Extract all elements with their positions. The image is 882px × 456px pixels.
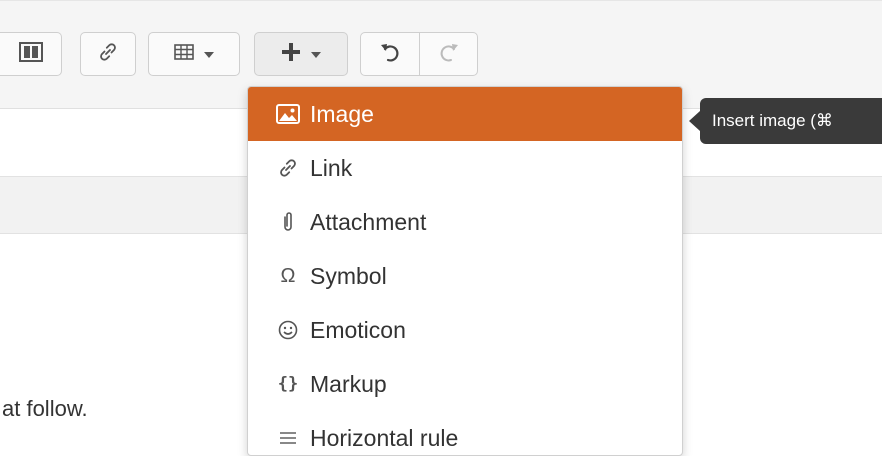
plus-icon bbox=[281, 42, 301, 67]
omega-icon: Ω bbox=[280, 264, 296, 287]
menu-item-label: Emoticon bbox=[310, 316, 406, 343]
table-button[interactable] bbox=[148, 32, 240, 76]
smiley-icon bbox=[274, 320, 302, 340]
image-icon bbox=[274, 104, 302, 124]
paperclip-icon bbox=[274, 211, 302, 233]
page-layout-button[interactable] bbox=[0, 32, 62, 76]
menu-item-label: Attachment bbox=[310, 208, 427, 235]
menu-item-attachment[interactable]: Attachment bbox=[248, 195, 682, 249]
menu-item-label: Symbol bbox=[310, 262, 387, 289]
menu-item-emoticon[interactable]: Emoticon bbox=[248, 303, 682, 357]
chevron-down-icon bbox=[311, 45, 321, 63]
horizontal-rule-icon bbox=[274, 430, 302, 446]
undo-button[interactable] bbox=[361, 33, 419, 75]
chevron-down-icon bbox=[204, 45, 214, 63]
link-icon bbox=[97, 41, 119, 68]
undo-icon bbox=[379, 41, 401, 68]
history-group bbox=[360, 32, 478, 76]
editor-body-text[interactable]: at follow. bbox=[2, 396, 88, 422]
redo-button[interactable] bbox=[420, 33, 477, 75]
insert-image-tooltip: Insert image (⌘ bbox=[700, 98, 882, 144]
menu-item-label: Markup bbox=[310, 370, 387, 397]
tooltip-arrow bbox=[689, 111, 700, 131]
menu-item-image[interactable]: Image bbox=[248, 87, 682, 141]
menu-item-label: Link bbox=[310, 154, 353, 181]
braces-icon: {} bbox=[277, 374, 299, 394]
insert-dropdown-menu: Image Link Attachment Ω Symbol Emoticon … bbox=[247, 86, 683, 456]
menu-item-label: Horizontal rule bbox=[310, 424, 459, 451]
menu-item-horizontal-rule[interactable]: Horizontal rule bbox=[248, 411, 682, 455]
link-icon bbox=[274, 157, 302, 179]
columns-icon bbox=[18, 41, 43, 67]
menu-item-markup[interactable]: {} Markup bbox=[248, 357, 682, 411]
table-icon bbox=[174, 43, 194, 65]
link-button[interactable] bbox=[80, 32, 136, 76]
insert-menu-button[interactable] bbox=[254, 32, 348, 76]
menu-item-symbol[interactable]: Ω Symbol bbox=[248, 249, 682, 303]
menu-item-label: Image bbox=[310, 100, 374, 127]
redo-icon bbox=[438, 41, 460, 68]
menu-item-link[interactable]: Link bbox=[248, 141, 682, 195]
